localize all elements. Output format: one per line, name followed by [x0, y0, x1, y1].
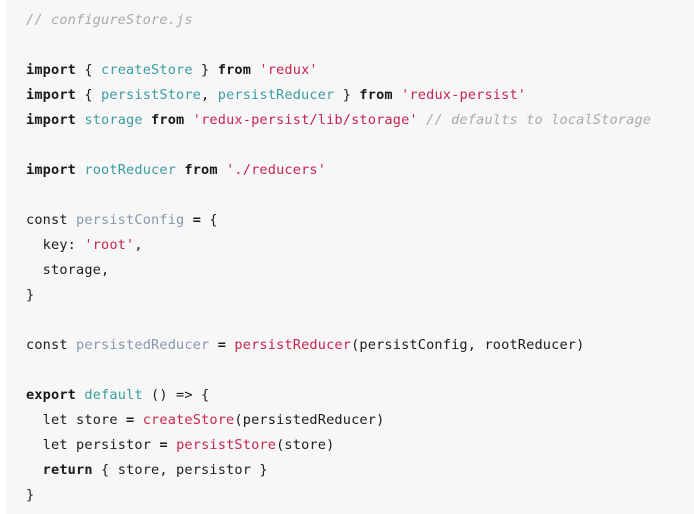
code-line: import rootReducer from './reducers': [0, 158, 694, 183]
code-token-punct: }: [334, 87, 360, 103]
code-token-call: createStore: [142, 412, 235, 428]
code-token-punct: }: [26, 487, 35, 503]
code-token-kw: from: [359, 87, 393, 103]
code-token-punct: ,: [201, 87, 218, 103]
code-token-plain: storage,: [26, 262, 110, 278]
code-line: // configureStore.js: [0, 8, 694, 33]
code-token-punct: {: [192, 387, 210, 403]
code-line: export default () => {: [0, 383, 694, 408]
code-line: key: 'root',: [0, 233, 694, 258]
code-token-call: persistReducer: [234, 337, 352, 353]
code-token-punct: {: [76, 87, 102, 103]
code-line: }: [0, 483, 694, 508]
code-token-punct: {: [201, 212, 218, 228]
code-token-plain: (persistConfig, rootReducer): [351, 337, 585, 353]
code-line: import { persistStore, persistReducer } …: [0, 83, 694, 108]
code-token-op: =: [192, 212, 202, 228]
code-token-ident: persistReducer: [217, 87, 335, 103]
code-token-plain: key:: [26, 237, 85, 253]
code-token-str: './reducers': [226, 162, 327, 178]
code-token-kw: from: [184, 162, 218, 178]
code-block: // configureStore.js import { createStore…: [0, 0, 694, 514]
code-token-punct: ,: [134, 237, 143, 253]
code-token-comment: // defaults to localStorage: [426, 112, 652, 128]
code-token-ident: createStore: [101, 62, 193, 78]
code-token-str: 'root': [84, 237, 135, 253]
code-token-kw: return: [42, 462, 93, 478]
code-token-kw: import: [26, 112, 77, 128]
code-token-kw-soft: let: [42, 437, 68, 453]
code-line: import { createStore } from 'redux': [0, 58, 694, 83]
code-token-str: 'redux': [259, 62, 318, 78]
code-token-kw-soft: const: [26, 212, 68, 228]
code-token-decl: persistedReducer: [76, 337, 210, 353]
code-token-plain: (store): [276, 437, 335, 453]
code-token-str: 'redux-persist': [401, 87, 527, 103]
code-line: const persistedReducer = persistReducer(…: [0, 333, 694, 358]
code-token-kw: from: [217, 62, 252, 78]
code-line: return { store, persistor }: [0, 458, 694, 483]
code-token-plain: (persistedReducer): [234, 412, 385, 428]
code-token-plain: persistor: [67, 437, 160, 453]
code-line: let persistor = persistStore(store): [0, 433, 694, 458]
code-lines-container[interactable]: // configureStore.js import { createStore…: [0, 0, 694, 508]
code-token-op: =: [217, 337, 227, 353]
code-token-kw-soft: const: [26, 337, 68, 353]
code-token-ident: storage: [84, 112, 143, 128]
code-token-comment: // configureStore.js: [26, 12, 193, 28]
code-token-kw-soft: let: [42, 412, 68, 428]
code-token-kw: import: [26, 87, 77, 103]
code-token-punct: }: [26, 287, 35, 303]
code-token-teal: default: [84, 387, 143, 403]
code-token-kw: from: [151, 112, 185, 128]
code-token-kw: export: [26, 387, 77, 403]
code-token-plain: (): [142, 387, 177, 403]
code-token-plain: store: [67, 412, 127, 428]
code-token-plain: =>: [176, 387, 193, 403]
code-token-op: =: [159, 437, 168, 453]
code-line: storage,: [0, 258, 694, 283]
code-token-decl: persistConfig: [76, 212, 185, 228]
code-line: let store = createStore(persistedReducer…: [0, 408, 694, 433]
code-token-plain: { store, persistor }: [92, 462, 268, 478]
code-line: const persistConfig = {: [0, 208, 694, 233]
code-token-punct: {: [76, 62, 102, 78]
code-line: import storage from 'redux-persist/lib/s…: [0, 108, 694, 133]
code-token-kw: import: [26, 162, 77, 178]
code-token-ident: persistStore: [101, 87, 202, 103]
code-line: }: [0, 283, 694, 308]
code-token-punct: }: [192, 62, 218, 78]
code-token-call: persistStore: [176, 437, 277, 453]
code-token-kw: import: [26, 62, 77, 78]
code-token-ident: rootReducer: [84, 162, 177, 178]
code-token-str: 'redux-persist/lib/storage': [192, 112, 418, 128]
